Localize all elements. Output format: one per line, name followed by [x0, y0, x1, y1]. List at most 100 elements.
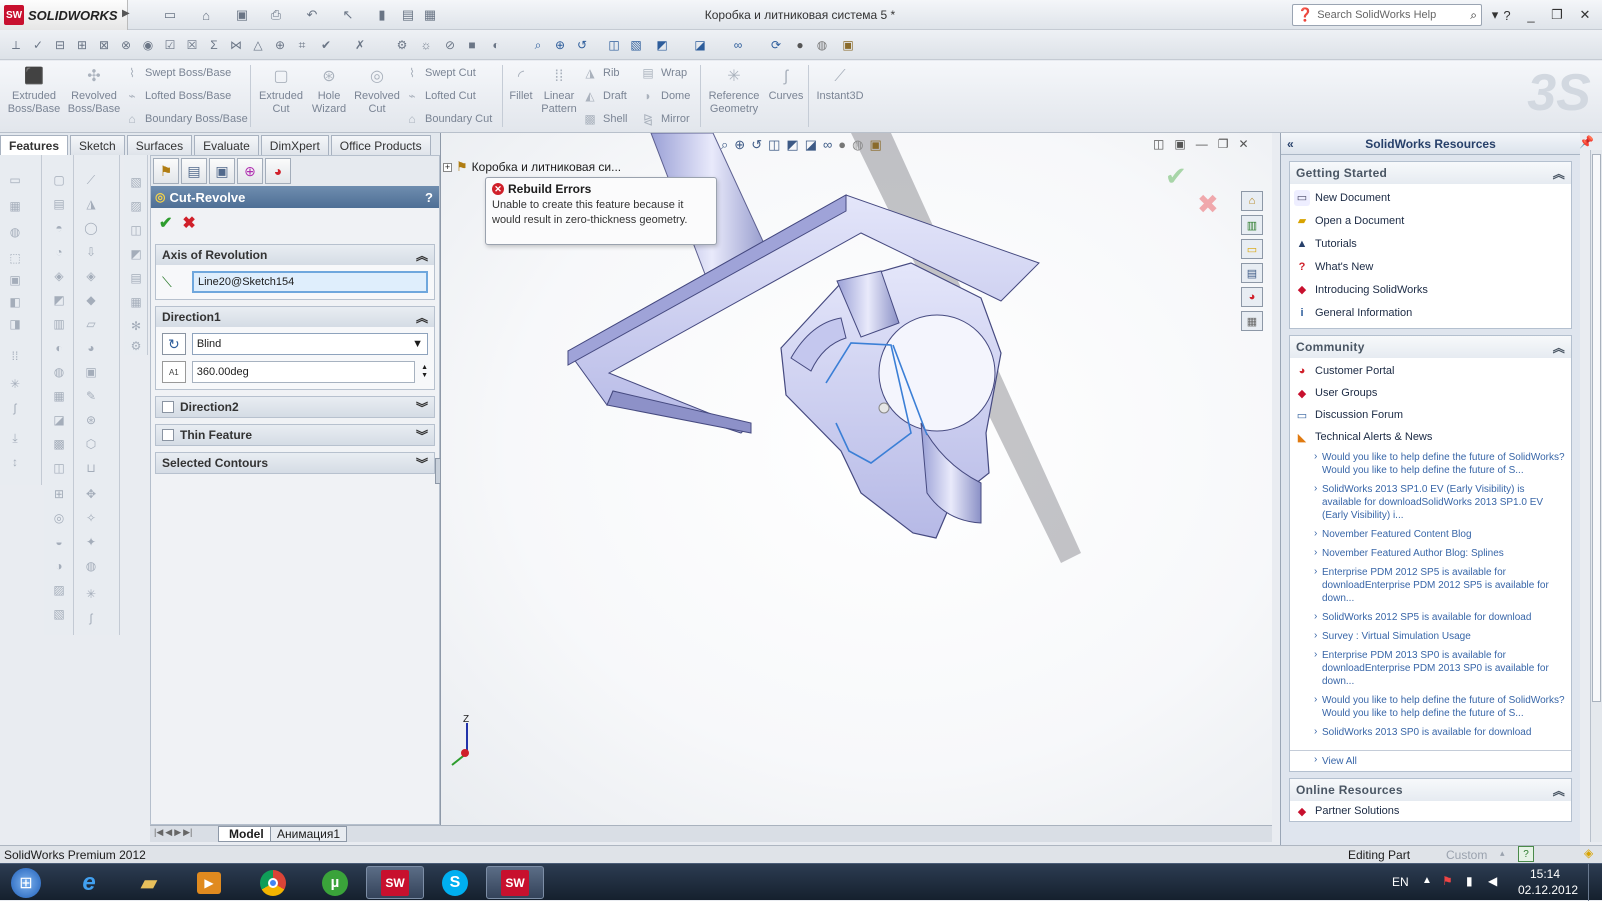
sketch-tool-icon[interactable]: ◧ — [6, 293, 24, 311]
feature-tool-icon[interactable]: ⊛ — [82, 411, 100, 429]
view-orientation-icon[interactable]: ◩ — [652, 35, 672, 55]
news-item[interactable]: Survey : Virtual Simulation Usage — [1290, 627, 1571, 646]
axis-selection-field[interactable]: Line20@Sketch154 — [192, 271, 428, 293]
rebuild-refresh-icon[interactable]: ⟳ — [766, 35, 786, 55]
dimxpert-manager-tab-icon[interactable]: ⊕ — [237, 158, 263, 184]
taskbar-media-player[interactable]: ▶ — [180, 866, 238, 899]
view-tool-icon[interactable]: ✻ — [127, 317, 145, 335]
tool-icon-5[interactable]: ◉ — [138, 35, 158, 55]
feature-tool-icon[interactable]: ✧ — [82, 509, 100, 527]
up-arrow-icon[interactable]: ▲ — [421, 364, 428, 372]
sketch-tool-icon[interactable]: ↕ — [6, 453, 24, 471]
feature-tool-icon[interactable]: ◑ — [50, 557, 68, 575]
zoom-to-fit-icon[interactable]: ⌕ — [528, 35, 548, 55]
tool-icon-10[interactable]: ⊕ — [270, 35, 290, 55]
hide-show-icon[interactable]: ∞ — [823, 137, 832, 153]
tool-icon-4[interactable]: ⊗ — [116, 35, 136, 55]
tab-sketch[interactable]: Sketch — [70, 135, 125, 155]
view-orientation-icon[interactable]: ◩ — [786, 137, 798, 153]
display-style-icon[interactable]: ◪ — [805, 137, 817, 153]
sketch-tool-icon[interactable]: ▭ — [6, 171, 24, 189]
show-hidden-icons[interactable]: ▲ — [1422, 875, 1432, 886]
collapse-icon[interactable]: ︽ — [1553, 165, 1565, 182]
feature-tool-icon[interactable]: ◮ — [82, 195, 100, 213]
appearances-icon[interactable]: ◕ — [1241, 287, 1263, 307]
reverse-direction-icon[interactable]: ↻ — [162, 333, 186, 355]
open-icon[interactable]: ⌂ — [196, 5, 216, 25]
help-status-icon[interactable]: ? — [1518, 846, 1534, 862]
close-icon[interactable]: ✕ — [1574, 6, 1596, 24]
tool-icon-8[interactable]: ⋈ — [226, 35, 246, 55]
view-settings-icon[interactable]: ▣ — [869, 137, 881, 153]
news-item[interactable]: November Featured Author Blog: Splines — [1290, 544, 1571, 563]
dynamic-annotation-icon[interactable]: ▧ — [626, 35, 646, 55]
whats-new-link[interactable]: ? What's New — [1290, 255, 1571, 278]
fillet-button[interactable]: ◜ Fillet — [506, 64, 536, 130]
user-groups-link[interactable]: ◆ User Groups — [1290, 382, 1571, 404]
help-button[interactable]: ? — [425, 190, 433, 205]
sketch-tool-icon[interactable]: ◨ — [6, 315, 24, 333]
feature-tool-icon[interactable]: ◈ — [50, 267, 68, 285]
sketch-tool-icon[interactable]: ▦ — [6, 197, 24, 215]
first-tab-icon[interactable]: |◀ — [154, 827, 163, 838]
curves-button[interactable]: ʃ Curves — [766, 64, 806, 130]
feature-tree-root[interactable]: + ⚑ Коробка и литниковая си... — [443, 159, 621, 175]
confirm-ok-icon[interactable]: ✔ — [1165, 161, 1187, 192]
file-properties-icon[interactable]: ▤ — [398, 5, 418, 25]
collapse-icon[interactable]: ︽ — [416, 247, 428, 264]
viewport-split-icon[interactable]: ◫ — [1153, 137, 1164, 151]
lofted-cut-button[interactable]: ⌁ Lofted Cut — [404, 86, 492, 106]
feature-tool-icon[interactable]: ✥ — [82, 485, 100, 503]
angle-spinner[interactable]: ▲ ▼ — [421, 364, 428, 380]
minimize-icon[interactable]: _ — [1520, 6, 1542, 24]
select-icon[interactable]: ↖ — [338, 5, 358, 25]
feature-tool-icon[interactable]: ◍ — [82, 557, 100, 575]
feature-tool-icon[interactable]: ⊔ — [82, 459, 100, 477]
feature-tool-icon[interactable]: ◩ — [50, 291, 68, 309]
restore-icon[interactable]: ❐ — [1546, 6, 1568, 24]
signal-icon[interactable]: ▮ — [1466, 874, 1473, 888]
feature-tool-icon[interactable]: ⬡ — [82, 435, 100, 453]
technical-alerts-link[interactable]: ◣ Technical Alerts & News — [1290, 426, 1571, 448]
viewport-layout-icon[interactable]: ▣ — [1174, 137, 1185, 151]
sketch-tool-icon[interactable]: ▣ — [6, 271, 24, 289]
sketch-tool-icon[interactable]: ⤓ — [6, 429, 24, 447]
revolved-boss-button[interactable]: ✣ Revolved Boss/Base — [66, 64, 122, 130]
property-manager-tab-icon[interactable]: ▤ — [181, 158, 207, 184]
view-tool-icon[interactable]: ▤ — [127, 269, 145, 287]
taskbar-skype[interactable]: S — [426, 866, 484, 899]
view-tool-icon[interactable]: ◩ — [127, 245, 145, 263]
previous-view-icon[interactable]: ↺ — [572, 35, 592, 55]
view-tool-icon[interactable]: ▧ — [127, 173, 145, 191]
direction2-header[interactable]: Direction2 ︾ — [156, 397, 434, 417]
feature-tool-icon[interactable]: ◔ — [50, 243, 68, 261]
feature-tool-icon[interactable]: ▤ — [50, 195, 68, 213]
view-tool-icon[interactable]: ⚙ — [127, 337, 145, 355]
direction1-header[interactable]: Direction1 ︽ — [156, 307, 434, 327]
news-item[interactable]: Would you like to help define the future… — [1290, 691, 1571, 723]
tab-dimxpert[interactable]: DimXpert — [260, 135, 329, 155]
extruded-boss-button[interactable]: ⬛ Extruded Boss/Base — [6, 64, 62, 130]
section-view-icon[interactable]: ◫ — [768, 137, 780, 153]
feature-tool-icon[interactable]: ⟋ — [82, 171, 100, 189]
selected-contours-header[interactable]: Selected Contours ︾ — [156, 453, 434, 473]
tool-icon-12[interactable]: ✔ — [316, 35, 336, 55]
tab-evaluate[interactable]: Evaluate — [194, 135, 259, 155]
section-view-icon[interactable]: ◫ — [604, 35, 624, 55]
tool-icon-3[interactable]: ⊠ — [94, 35, 114, 55]
spell-icon[interactable]: ✓ — [28, 35, 48, 55]
help-search-input[interactable]: ❓ Search SolidWorks Help ⌕ — [1292, 4, 1482, 26]
thin-feature-checkbox[interactable] — [162, 429, 174, 441]
menu-expand-icon[interactable]: ▶ — [122, 8, 130, 19]
news-item[interactable]: SolidWorks 2012 SP5 is available for dow… — [1290, 608, 1571, 627]
expand-icon[interactable]: ︾ — [416, 427, 428, 444]
search-icon[interactable]: ⌕ — [1470, 8, 1477, 23]
scrollbar-thumb[interactable] — [1592, 154, 1601, 702]
file-explorer-icon[interactable]: ▭ — [1241, 239, 1263, 259]
open-document-link[interactable]: ▰ Open a Document — [1290, 209, 1571, 232]
collapse-pane-icon[interactable]: « — [1287, 137, 1294, 151]
feature-tool-icon[interactable]: ▧ — [50, 605, 68, 623]
thin-feature-header[interactable]: Thin Feature ︾ — [156, 425, 434, 445]
feature-tool-icon[interactable]: ▦ — [50, 387, 68, 405]
home-icon[interactable]: ⌂ — [1241, 191, 1263, 211]
